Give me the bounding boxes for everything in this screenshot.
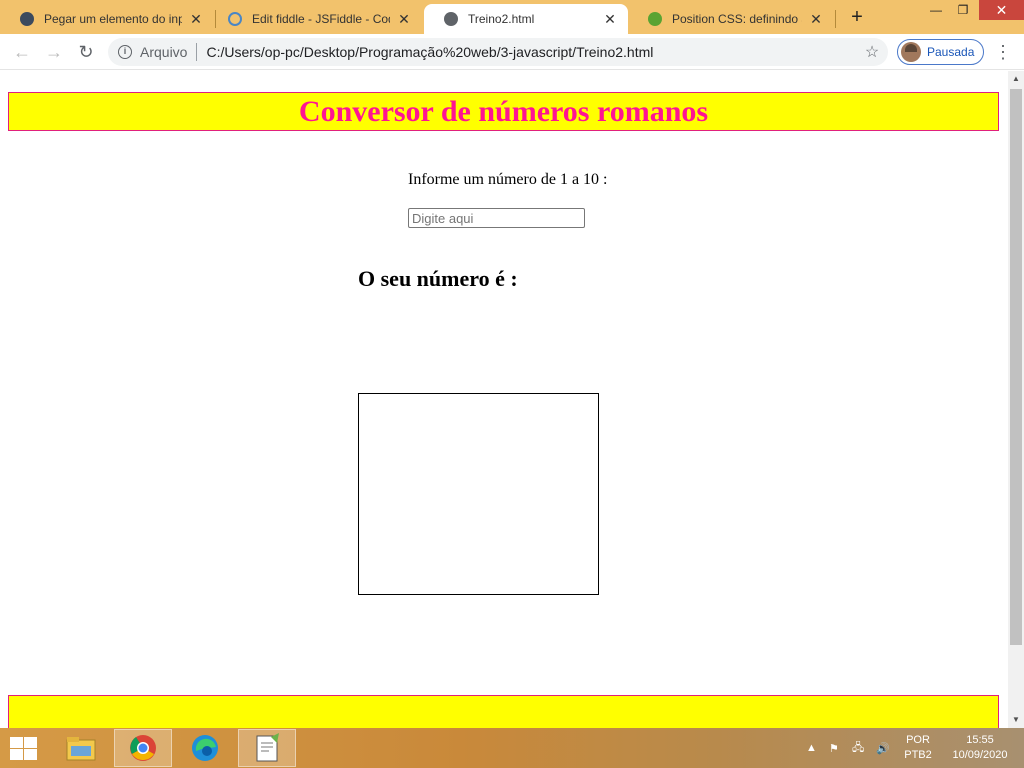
language-code: POR <box>906 734 930 746</box>
page-title: Conversor de números romanos <box>298 95 709 128</box>
tab-title: Pegar um elemento do inp <box>44 12 182 26</box>
tab-strip: Pegar um elemento do inp ✕ Edit fiddle -… <box>0 0 1024 34</box>
tab-edit-fiddle[interactable]: Edit fiddle - JSFiddle - Code ✕ <box>208 4 422 34</box>
kebab-menu-icon[interactable]: ⋮ <box>994 42 1012 62</box>
taskbar-clock[interactable]: 15:55 10/09/2020 <box>940 733 1020 763</box>
show-hidden-icons-icon[interactable]: ▲ <box>806 728 817 768</box>
close-window-button[interactable]: ✕ <box>979 0 1024 20</box>
footer-banner <box>8 695 999 728</box>
new-tab-button[interactable]: + <box>846 6 868 28</box>
scheme-label: Arquivo <box>140 44 188 60</box>
jsfiddle-cloud-icon <box>228 12 242 26</box>
scrollbar-thumb[interactable] <box>1010 89 1022 645</box>
result-box <box>358 393 599 595</box>
forward-arrow-icon[interactable]: → <box>44 42 64 62</box>
notepad-plus-plus-icon[interactable] <box>238 729 296 767</box>
globe-icon <box>444 12 458 26</box>
site-favicon-icon <box>648 12 662 26</box>
site-favicon-icon <box>20 12 34 26</box>
tab-pegar-elemento[interactable]: Pegar um elemento do inp ✕ <box>0 4 214 34</box>
browser-toolbar: ← → ↻ i Arquivo C:/Users/op-pc/Desktop/P… <box>0 34 1024 70</box>
edge-icon[interactable] <box>176 729 234 767</box>
result-label: O seu número é : <box>358 266 518 291</box>
language-indicator[interactable]: POR PTB2 <box>901 733 935 763</box>
scroll-down-arrow-icon[interactable]: ▼ <box>1008 712 1024 728</box>
windows-start-icon[interactable] <box>8 736 38 760</box>
clock-date: 10/09/2020 <box>952 749 1008 761</box>
tab-divider <box>835 10 836 28</box>
number-prompt-label: Informe um número de 1 a 10 : <box>408 171 608 188</box>
close-tab-icon[interactable]: ✕ <box>602 11 618 27</box>
profile-button[interactable]: Pausada <box>897 39 984 65</box>
reload-icon[interactable]: ↻ <box>76 42 96 62</box>
close-tab-icon[interactable]: ✕ <box>808 11 824 27</box>
back-arrow-icon[interactable]: ← <box>12 42 32 62</box>
keyboard-layout: PTB2 <box>904 749 932 761</box>
tab-title: Position CSS: definindo a p <box>672 12 802 26</box>
restore-button[interactable]: ❐ <box>952 0 974 20</box>
chrome-icon[interactable] <box>114 729 172 767</box>
vertical-scrollbar[interactable]: ▲ ▼ <box>1008 71 1024 728</box>
number-input[interactable] <box>408 208 585 228</box>
network-icon[interactable]: 🖧 <box>852 728 864 768</box>
header-banner: Conversor de números romanos <box>8 92 999 131</box>
tab-position-css[interactable]: Position CSS: definindo a p ✕ <box>628 4 834 34</box>
page-viewport: Conversor de números romanos Informe um … <box>0 71 1008 728</box>
profile-label: Pausada <box>927 45 975 59</box>
avatar <box>901 42 921 62</box>
tab-title: Edit fiddle - JSFiddle - Code <box>252 12 390 26</box>
tab-title: Treino2.html <box>468 12 535 26</box>
close-tab-icon[interactable]: ✕ <box>188 11 204 27</box>
bookmark-star-icon[interactable]: ☆ <box>860 42 884 62</box>
action-center-flag-icon[interactable]: ⚑ <box>829 728 839 768</box>
address-bar[interactable]: i Arquivo C:/Users/op-pc/Desktop/Program… <box>108 38 888 66</box>
info-icon[interactable]: i <box>118 45 132 59</box>
scroll-up-arrow-icon[interactable]: ▲ <box>1008 71 1024 87</box>
volume-icon[interactable]: 🔊 <box>876 728 890 768</box>
divider <box>196 43 198 61</box>
minimize-button[interactable]: — <box>925 0 947 20</box>
url-text[interactable]: C:/Users/op-pc/Desktop/Programação%20web… <box>206 44 860 60</box>
file-explorer-icon[interactable] <box>52 729 110 767</box>
close-tab-icon[interactable]: ✕ <box>396 11 412 27</box>
tab-treino2[interactable]: Treino2.html ✕ <box>424 4 628 34</box>
windows-taskbar: ▲ ⚑ 🖧 🔊 POR PTB2 15:55 10/09/2020 <box>0 728 1024 768</box>
clock-time: 15:55 <box>966 734 994 746</box>
